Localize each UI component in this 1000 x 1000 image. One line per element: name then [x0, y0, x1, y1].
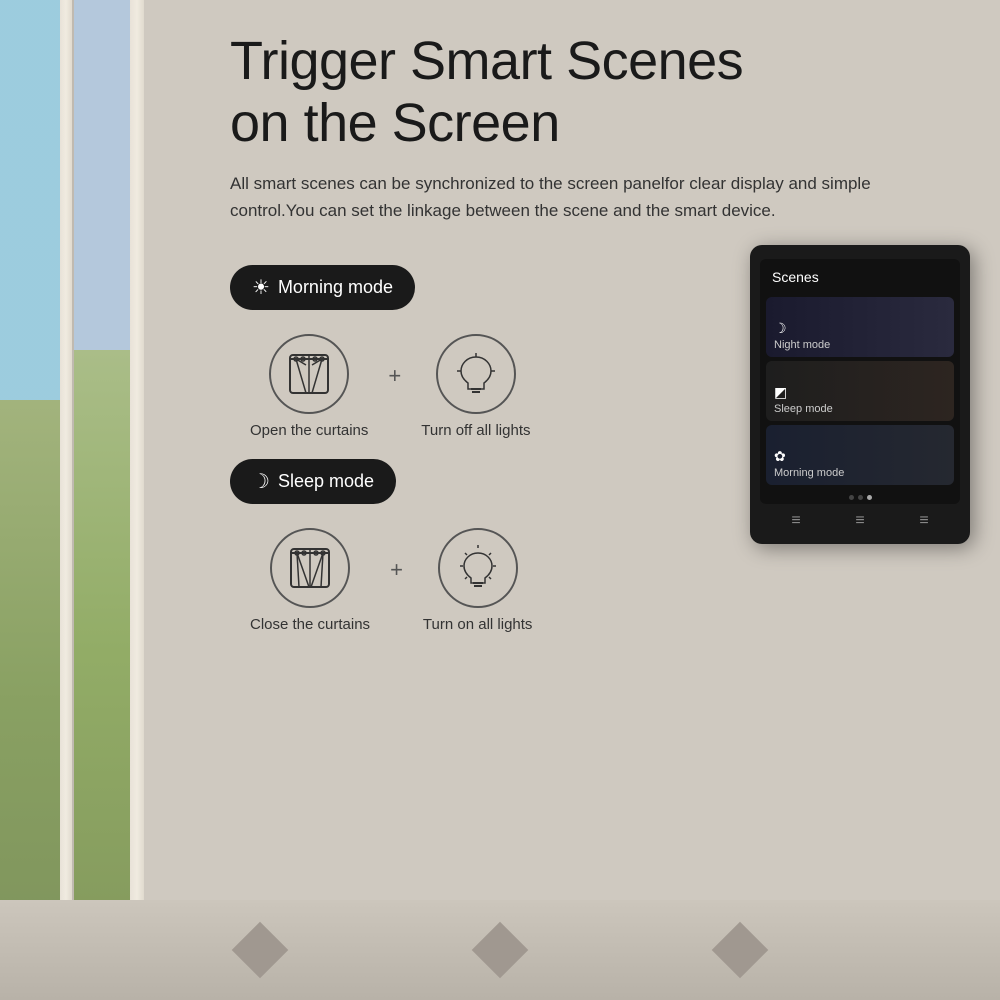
night-mode-card[interactable]: ☽ Night mode [766, 297, 954, 357]
screen-title: Scenes [772, 269, 948, 285]
morning-mode-card-icon: ✿ [774, 448, 844, 465]
plus-sign-1: + [388, 363, 401, 389]
scene-dots [760, 489, 960, 504]
open-curtains-icon [269, 334, 349, 414]
sleep-mode-content: ◩ Sleep mode [774, 384, 833, 415]
morning-mode-section: ☀ Morning mode [230, 265, 720, 439]
floor-diamonds [0, 920, 1000, 980]
plus-sign-2: + [390, 557, 403, 583]
sleep-action-row: Close the curtains + [230, 528, 720, 633]
turn-off-lights-action: Turn off all lights [421, 334, 530, 439]
morning-action-row: Open the curtains + [230, 334, 720, 439]
morning-mode-pill[interactable]: ☀ Morning mode [230, 265, 415, 310]
sleep-mode-icon: ☽ [252, 469, 270, 494]
sleep-mode-card-label: Sleep mode [774, 403, 833, 415]
light-on-svg [453, 543, 503, 593]
curtains-open-svg [284, 349, 334, 399]
close-curtains-label: Close the curtains [250, 616, 370, 633]
open-curtains-action: Open the curtains [250, 334, 368, 439]
dot-1 [849, 495, 854, 500]
sleep-mode-section: ☽ Sleep mode [230, 459, 720, 633]
night-mode-card-icon: ☽ [774, 320, 830, 337]
title-line-1: Trigger Smart Scenes [230, 31, 743, 91]
floor-diamond-2 [472, 922, 529, 979]
turn-off-lights-label: Turn off all lights [421, 422, 530, 439]
device-screen: Scenes ☽ Night mode ◩ Sleep mode [760, 259, 960, 504]
close-curtains-icon [270, 528, 350, 608]
dot-2 [858, 495, 863, 500]
bottom-btn-2[interactable]: ≡ [855, 512, 864, 530]
diagram-area: ☀ Morning mode [230, 255, 720, 653]
sleep-mode-label: Sleep mode [278, 471, 374, 492]
turn-on-lights-label: Turn on all lights [423, 616, 533, 633]
curtains-close-svg [285, 543, 335, 593]
floor-diamond-1 [232, 922, 289, 979]
close-curtains-action: Close the curtains [250, 528, 370, 633]
morning-mode-icon: ☀ [252, 275, 270, 300]
turn-off-lights-icon [436, 334, 516, 414]
bottom-btn-1[interactable]: ≡ [791, 512, 800, 530]
main-layout: ☀ Morning mode [230, 255, 970, 653]
night-mode-content: ☽ Night mode [774, 320, 830, 351]
morning-mode-card-label: Morning mode [774, 467, 844, 479]
sleep-mode-card-icon: ◩ [774, 384, 833, 401]
sleep-mode-pill[interactable]: ☽ Sleep mode [230, 459, 396, 504]
device-frame: Scenes ☽ Night mode ◩ Sleep mode [750, 245, 970, 544]
main-content: Trigger Smart Scenes on the Screen All s… [0, 0, 1000, 1000]
device-bottom-nav: ≡ ≡ ≡ [760, 504, 960, 534]
page-title: Trigger Smart Scenes on the Screen [230, 30, 970, 154]
night-mode-card-label: Night mode [774, 339, 830, 351]
turn-on-lights-action: Turn on all lights [423, 528, 533, 633]
light-off-svg [451, 349, 501, 399]
screen-header: Scenes [760, 259, 960, 293]
morning-mode-content: ✿ Morning mode [774, 448, 844, 479]
morning-mode-card[interactable]: ✿ Morning mode [766, 425, 954, 485]
turn-on-lights-icon [438, 528, 518, 608]
device-panel: Scenes ☽ Night mode ◩ Sleep mode [750, 245, 970, 544]
floor-diamond-3 [712, 922, 769, 979]
dot-3-active [867, 495, 872, 500]
morning-mode-label: Morning mode [278, 277, 393, 298]
title-line-2: on the Screen [230, 93, 560, 153]
sleep-mode-card[interactable]: ◩ Sleep mode [766, 361, 954, 421]
bottom-btn-3[interactable]: ≡ [919, 512, 928, 530]
page-subtitle: All smart scenes can be synchronized to … [230, 170, 880, 224]
open-curtains-label: Open the curtains [250, 422, 368, 439]
